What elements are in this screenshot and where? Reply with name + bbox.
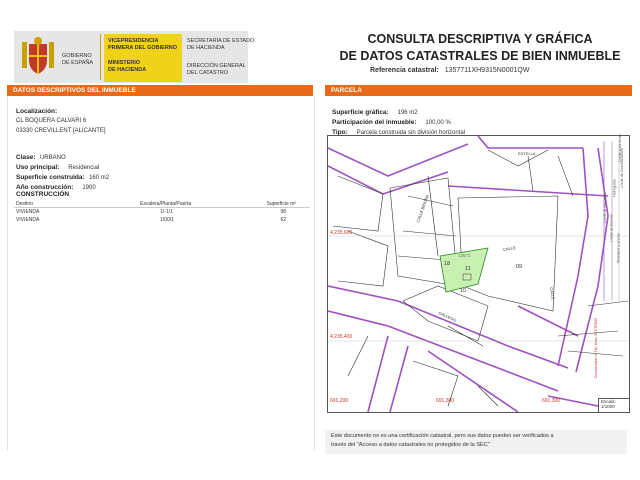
construccion-heading: CONSTRUCCIÓN — [16, 191, 70, 198]
header-divider — [100, 34, 101, 80]
table-divider — [14, 207, 310, 208]
ministerio-label: MINISTERIO DE HACIENDA — [108, 60, 147, 73]
table-row: VIVIENDA 1/00/1 62 — [16, 217, 286, 223]
legend-mobiliario: Mobiliario y aceras — [616, 233, 621, 263]
coord-label-top: 4,235,600 — [330, 230, 353, 236]
footnote-line1: Este documento no es una certificación c… — [331, 433, 554, 439]
coord-label-mid: 4,235,400 — [330, 334, 353, 340]
legend-manzana: Límite de Manzana — [602, 193, 607, 223]
footnote-box: Este documento no es una certificación c… — [325, 430, 627, 454]
map-drawing — [327, 135, 629, 413]
scale-box: Escala: 1/1000 — [598, 398, 629, 412]
utm-note: Coordenadas U.T.M. Huso 30 ETRS89 — [594, 317, 599, 379]
table-row: VIVIENDA 1/-1/1 98 — [16, 209, 286, 215]
parcel-ref-label: 13571 — [458, 253, 471, 258]
legend-parcela: Límite de Parcela — [609, 214, 614, 242]
parcel-number-09: 09 — [516, 264, 523, 270]
legend-zona-verde: Límite zona verde — [617, 134, 622, 162]
parcel-number-18: 18 — [444, 261, 451, 267]
street-label-estella: ESTELLA — [518, 151, 536, 156]
page-title-line2: DE DATOS CATASTRALES DE BIEN INMUEBLE — [339, 49, 621, 63]
section-bar-parcela: PARCELA — [325, 85, 632, 96]
address-line2: 03330 CREVILLENT [ALICANTE] — [16, 128, 106, 134]
address-line1: CL BOQUERA CALVARI 6 — [16, 118, 87, 124]
vicepresidencia-label: VICEPRESIDENCIA PRIMERA DEL GOBIERNO — [108, 38, 178, 51]
coord-label-bottom-2: 691,300 — [436, 398, 455, 404]
secretaria-label: SECRETARÍA DE ESTADO DE HACIENDA — [187, 38, 255, 51]
legend-hidrografia: Hidrografía — [612, 179, 617, 197]
construccion-table: Destino Escalera/Planta/Puerta Superfici… — [14, 200, 310, 224]
coord-label-bottom-1: 691,200 — [330, 398, 349, 404]
section-bar-datos: DATOS DESCRIPTIVOS DEL INMUEBLE — [7, 85, 313, 96]
direccion-label: DIRECCIÓN GENERAL DEL CATASTRO — [187, 63, 246, 76]
cadastral-map[interactable]: 4,235,600 4,235,400 691,200 691,300 691,… — [327, 134, 630, 413]
scale-value: 1/1000 — [601, 404, 615, 409]
parcel-number-10: 10 — [460, 288, 467, 294]
coord-label-bottom-3: 691,300 — [542, 398, 561, 404]
coat-of-arms-icon — [22, 37, 54, 74]
gobierno-label: GOBIERNO DE ESPAÑA — [62, 53, 94, 66]
referencia-catastral: Referencia catastral: 1357711XH9315N0001… — [370, 67, 530, 74]
parcel-number-11: 11 — [465, 266, 471, 272]
footnote-line2: través del "Acceso a datos catastrales n… — [331, 442, 490, 448]
localizacion-label: Localización: — [16, 108, 58, 115]
page-title-line1: CONSULTA DESCRIPTIVA Y GRÁFICA — [367, 32, 593, 46]
